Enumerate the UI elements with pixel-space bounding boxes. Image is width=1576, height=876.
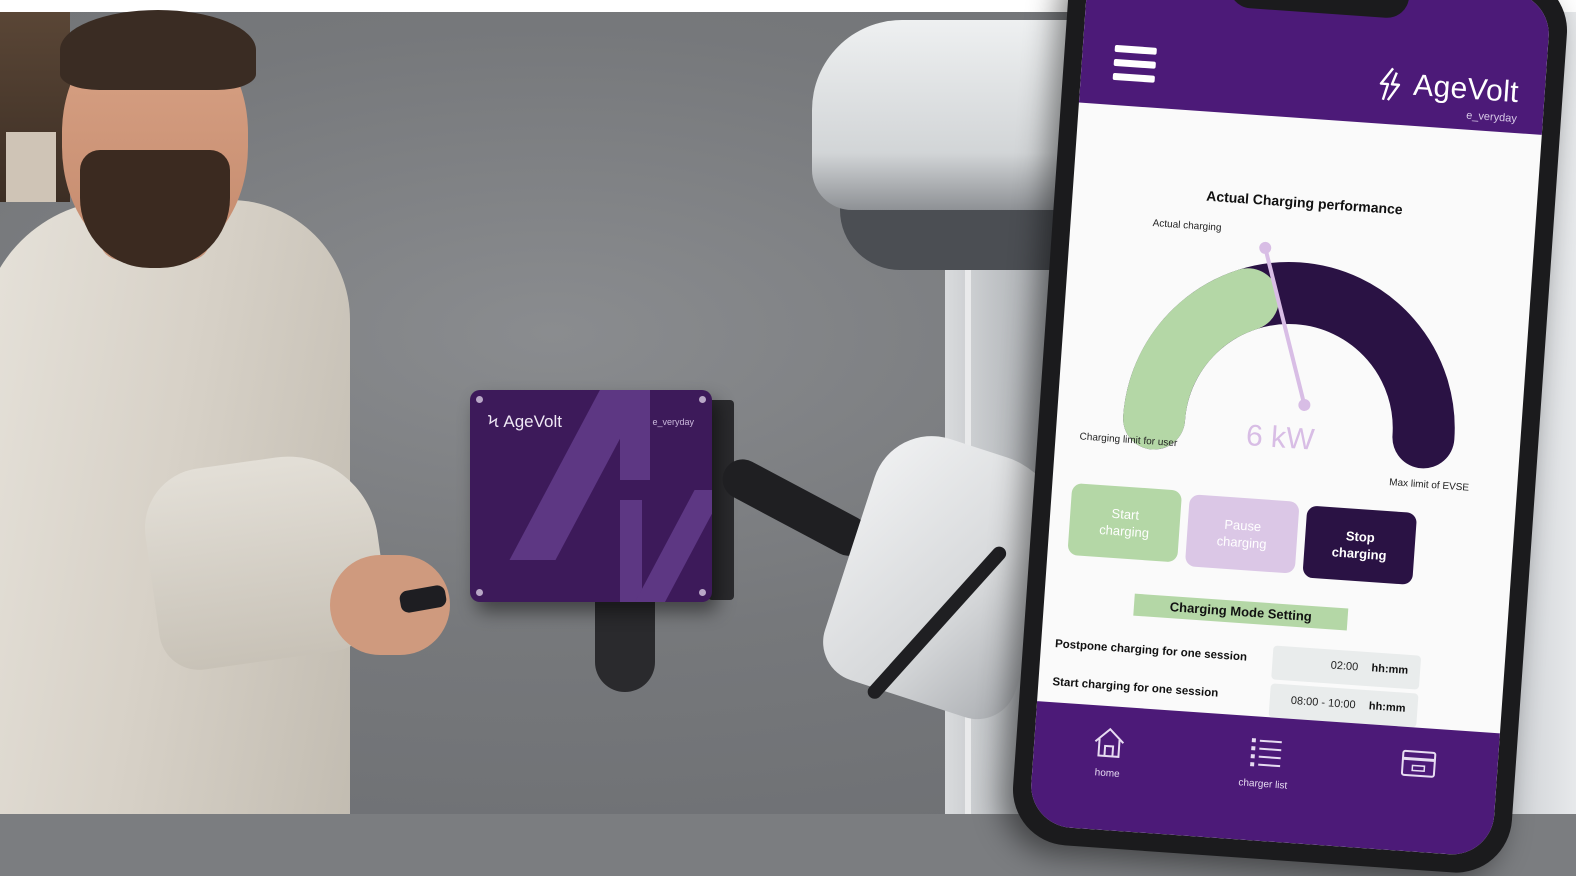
nav-charger-list-label: charger list <box>1238 777 1288 792</box>
wallbox-charger: Ϟ AgeVolt e_veryday <box>470 390 712 602</box>
start-unit: hh:mm <box>1368 700 1406 715</box>
bolt-icon: Ϟ <box>488 412 499 431</box>
postpone-label: Postpone charging for one session <box>1054 638 1248 664</box>
needle-base-dot <box>1298 398 1311 411</box>
brand-logo: AgeVolt e_veryday <box>1375 65 1520 125</box>
app-header: AgeVolt e_veryday <box>1078 0 1552 135</box>
list-icon <box>1250 738 1282 768</box>
postpone-unit: hh:mm <box>1371 662 1409 677</box>
charging-controls: Start charging Pause charging Stop charg… <box>1067 482 1495 586</box>
man-hair <box>60 10 256 90</box>
start-charging-button[interactable]: Start charging <box>1067 482 1183 563</box>
pause-charging-button[interactable]: Pause charging <box>1184 494 1300 574</box>
app-screen: AgeVolt e_veryday Actual Charging perfor… <box>1028 0 1552 858</box>
home-icon <box>1094 727 1125 758</box>
nav-home-label: home <box>1094 767 1121 780</box>
start-value: 08:00 - 10:00 <box>1290 694 1356 712</box>
hamburger-menu-icon[interactable] <box>1112 44 1157 84</box>
bolt-icon <box>1380 67 1401 101</box>
nav-credit[interactable] <box>1362 740 1475 794</box>
cable-holder <box>595 602 655 692</box>
postpone-time-field[interactable]: 02:00 hh:mm <box>1271 645 1422 690</box>
gauge-fill <box>1123 268 1279 450</box>
nav-charger-list[interactable]: charger list <box>1208 729 1322 794</box>
smartphone: AgeVolt e_veryday Actual Charging perfor… <box>1009 0 1571 876</box>
window <box>0 12 70 202</box>
brand-name: AgeVolt <box>1412 68 1520 110</box>
power-value: 6 kW <box>1244 419 1316 457</box>
start-session-label: Start charging for one session <box>1052 676 1219 700</box>
stop-charging-button[interactable]: Stop charging <box>1302 505 1418 585</box>
needle-top-dot <box>1259 241 1272 254</box>
nav-home[interactable]: home <box>1052 718 1166 783</box>
charger-logo: Ϟ AgeVolt <box>488 412 562 431</box>
charger-tagline: e_veryday <box>652 417 694 427</box>
postpone-value: 02:00 <box>1330 659 1359 674</box>
charging-mode-heading: Charging Mode Setting <box>1133 593 1349 631</box>
card-icon <box>1400 749 1437 778</box>
